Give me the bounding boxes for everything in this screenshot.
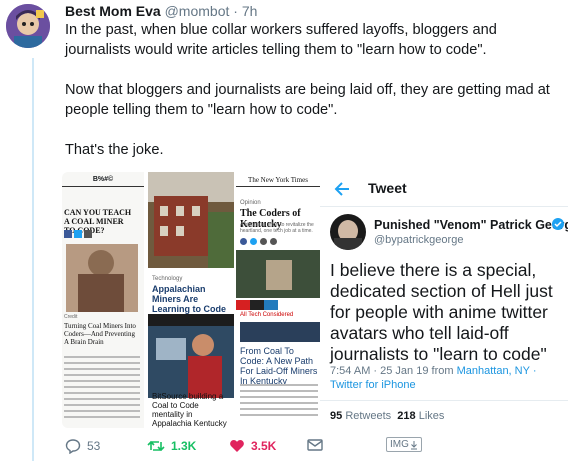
reply-count: 53 bbox=[87, 439, 101, 453]
back-arrow-icon bbox=[334, 182, 349, 196]
user-handle[interactable]: @mombot bbox=[165, 3, 230, 19]
embedded-like-count: 218 bbox=[397, 410, 416, 422]
twitter-icon bbox=[250, 238, 257, 245]
tweet-text: In the past, when blue collar workers su… bbox=[65, 20, 565, 180]
tweet-age[interactable]: 7h bbox=[242, 3, 258, 19]
share-buttons bbox=[64, 230, 92, 238]
tweet-paragraph: Now that bloggers and journalists are be… bbox=[65, 82, 550, 118]
embedded-location: Manhattan, NY bbox=[456, 365, 530, 377]
tweet-header: Best Mom Eva @mombot · 7h bbox=[65, 2, 257, 20]
share-buttons bbox=[240, 238, 277, 245]
download-icon bbox=[410, 440, 417, 449]
embedded-header-title: Tweet bbox=[368, 180, 407, 196]
embedded-timestamp: 7:54 AM · 25 Jan 19 from bbox=[330, 365, 454, 377]
envelope-icon bbox=[307, 439, 323, 451]
display-name[interactable]: Best Mom Eva bbox=[65, 3, 161, 19]
reply-icon bbox=[65, 439, 81, 454]
embedded-retweet-count: 95 bbox=[330, 410, 343, 422]
retweet-count: 1.3K bbox=[171, 439, 197, 453]
more-icon bbox=[270, 238, 277, 245]
like-button[interactable]: 3.5K bbox=[229, 438, 276, 454]
heart-icon bbox=[230, 440, 244, 452]
verified-icon bbox=[552, 218, 564, 230]
email-icon bbox=[260, 238, 267, 245]
thread-line bbox=[32, 58, 34, 461]
npr-photo bbox=[240, 322, 320, 342]
retweet-icon bbox=[147, 440, 165, 452]
embedded-like-label: Likes bbox=[418, 410, 445, 422]
article-screenshot-appalachian: Technology Appalachian Miners Are Learni… bbox=[148, 172, 234, 428]
attached-image[interactable]: B%#© CAN YOU TEACH A COAL MINER TO CODE?… bbox=[62, 172, 568, 428]
classroom-photo bbox=[148, 314, 234, 398]
article-kicker: Technology bbox=[152, 276, 183, 282]
photo-caption: BitSource building a Coal to Code mental… bbox=[152, 392, 227, 428]
avatar-illustration-icon bbox=[6, 4, 50, 48]
npr-section: All Tech Considered bbox=[240, 312, 294, 318]
building-photo bbox=[148, 172, 234, 268]
article-photo bbox=[66, 244, 138, 312]
reply-button[interactable]: 53 bbox=[65, 438, 100, 454]
embedded-name: Punished "Venom" Patrick George bbox=[374, 218, 568, 232]
tweet-actions: 53 1.3K 3.5K IMG bbox=[65, 437, 565, 458]
img-label: IMG bbox=[390, 439, 409, 450]
img-button[interactable]: IMG bbox=[386, 437, 422, 452]
divider bbox=[236, 186, 320, 187]
article-headline: Appalachian Miners Are Learning to Code bbox=[152, 284, 226, 314]
article-dek: A bipartisan effort to revitalize the he… bbox=[240, 222, 314, 234]
masthead: The New York Times bbox=[248, 176, 308, 184]
article-screenshot-coal-miner: B%#© CAN YOU TEACH A COAL MINER TO CODE?… bbox=[62, 172, 144, 428]
embedded-handle: @bypatrickgeorge bbox=[374, 234, 464, 246]
like-count: 3.5K bbox=[251, 439, 277, 453]
embedded-counts: 95 Retweets 218 Likes bbox=[330, 410, 444, 422]
direct-message-button[interactable] bbox=[307, 438, 323, 452]
facebook-icon bbox=[64, 230, 72, 238]
facebook-icon bbox=[240, 238, 247, 245]
article-body bbox=[64, 356, 140, 422]
email-icon bbox=[84, 230, 92, 238]
photo-caption: Credit bbox=[64, 314, 78, 320]
embedded-tweet: Tweet Punished "Venom" Patrick George @b… bbox=[320, 172, 568, 428]
twitter-icon bbox=[74, 230, 82, 238]
embedded-meta: 7:54 AM · 25 Jan 19 from Manhattan, NY ·… bbox=[330, 364, 566, 392]
section-label: Opinion bbox=[240, 200, 261, 206]
separator-dot: · bbox=[233, 3, 238, 19]
article-screenshot-nyt: The New York Times Opinion The Coders of… bbox=[236, 172, 320, 428]
retweet-button[interactable]: 1.3K bbox=[147, 438, 196, 454]
tweet-paragraph: In the past, when blue collar workers su… bbox=[65, 22, 497, 58]
avatar[interactable] bbox=[6, 4, 50, 48]
masthead: B%#© bbox=[92, 176, 114, 183]
embedded-avatar bbox=[330, 214, 366, 250]
npr-headline: From Coal To Code: A New Path For Laid-O… bbox=[240, 346, 318, 386]
divider bbox=[62, 186, 144, 187]
tweet-paragraph: That's the joke. bbox=[65, 142, 164, 158]
divider bbox=[320, 400, 568, 401]
embedded-text: I believe there is a special, dedicated … bbox=[330, 260, 553, 364]
article-subhead: Turning Coal Miners Into Coders—And Prev… bbox=[64, 322, 136, 346]
embedded-tweet-header: Tweet bbox=[320, 172, 568, 207]
embedded-retweet-label: Retweets bbox=[345, 410, 392, 422]
img-badge: IMG bbox=[386, 437, 422, 452]
npr-logo bbox=[236, 300, 320, 310]
npr-body bbox=[240, 384, 318, 420]
